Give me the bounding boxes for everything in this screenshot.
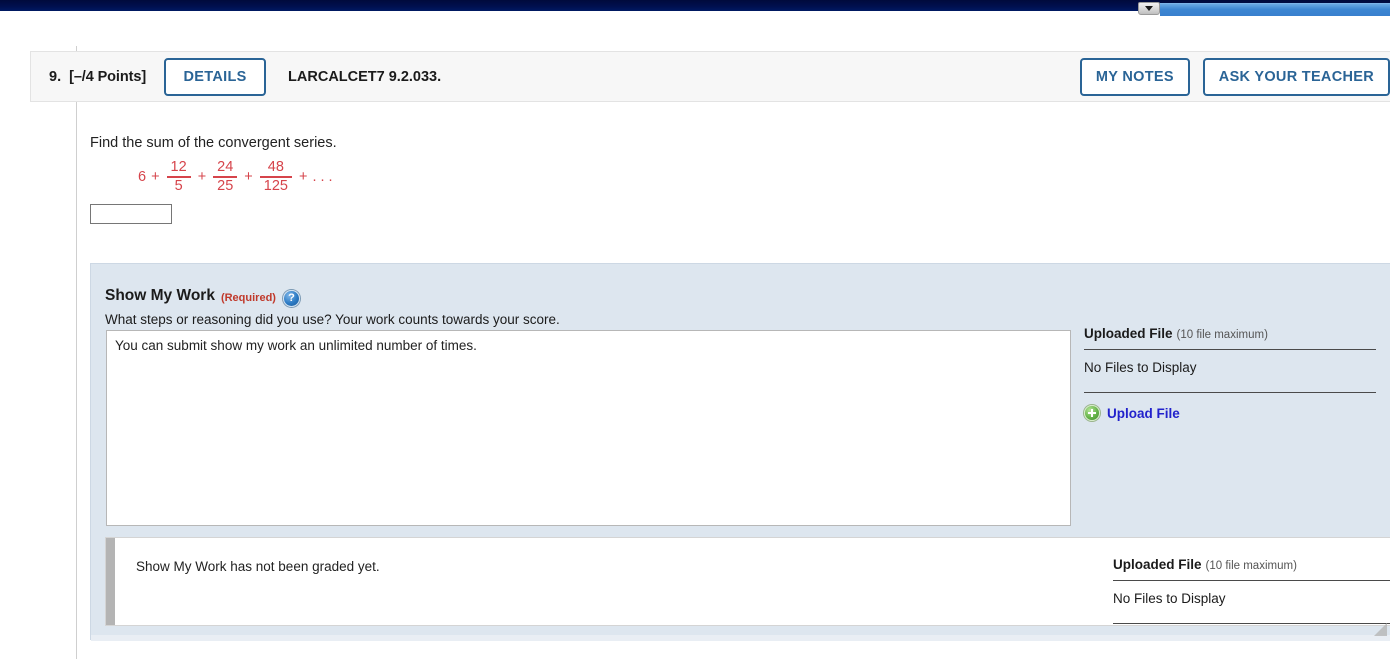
series-fraction-3: 48 125: [259, 159, 292, 194]
uploaded-file-max-note: (10 file maximum): [1205, 560, 1297, 572]
series-fraction-2: 24 25: [213, 159, 238, 194]
divider: [1084, 392, 1376, 393]
series-operator-3: +: [244, 169, 253, 185]
series-ellipsis: . . .: [312, 168, 333, 185]
chevron-down-glyph: [1145, 6, 1153, 11]
grading-status-panel: Show My Work has not been graded yet. Up…: [105, 537, 1390, 626]
left-gutter: [0, 46, 77, 659]
uploaded-file-panel-top: Uploaded File (10 file maximum) No Files …: [1084, 326, 1376, 421]
fraction-numerator: 24: [217, 159, 234, 176]
divider: [1113, 623, 1390, 624]
question-prompt: Find the sum of the convergent series.: [90, 135, 337, 151]
help-question-icon[interactable]: ?: [282, 289, 300, 307]
uploaded-file-heading: Uploaded File (10 file maximum): [1113, 557, 1390, 572]
series-leading-term: 6: [138, 168, 147, 185]
show-my-work-subtitle: What steps or reasoning did you use? You…: [105, 312, 560, 327]
page-frame: 9. [–/4 Points] DETAILS LARCALCET7 9.2.0…: [0, 20, 1390, 659]
textbook-code: LARCALCET7 9.2.033.: [288, 68, 442, 85]
uploaded-file-label: Uploaded File: [1084, 326, 1173, 341]
show-my-work-title-row: Show My Work (Required) ?: [105, 287, 300, 307]
fraction-numerator: 12: [170, 159, 187, 176]
fraction-numerator: 48: [267, 159, 284, 176]
series-operator-4: +: [298, 169, 308, 185]
ask-your-teacher-button[interactable]: ASK YOUR TEACHER: [1202, 57, 1390, 96]
series-operator-2: +: [197, 169, 207, 185]
no-files-text: No Files to Display: [1113, 591, 1226, 606]
upload-file-row[interactable]: Upload File: [1084, 405, 1376, 421]
series-expression: 6 + 12 5 + 24 25 + 48 125 + . . .: [138, 159, 333, 194]
question-number: 9.: [49, 68, 62, 85]
required-label: (Required): [220, 292, 276, 304]
answer-input[interactable]: [90, 204, 172, 224]
show-my-work-title: Show My Work: [105, 287, 215, 304]
plus-circle-icon: [1084, 405, 1100, 421]
fraction-denominator: 125: [263, 177, 288, 194]
chevron-down-icon[interactable]: [1138, 2, 1160, 15]
fraction-denominator: 25: [217, 177, 234, 194]
horizontal-scrollbar[interactable]: [1160, 3, 1390, 16]
panel-bottom-strip: [91, 635, 1390, 641]
show-my-work-panel: Show My Work (Required) ? What steps or …: [90, 263, 1390, 641]
grading-accent-bar: [106, 538, 115, 625]
uploaded-file-max-note: (10 file maximum): [1176, 329, 1268, 341]
resize-grip-icon[interactable]: [1374, 623, 1387, 636]
uploaded-file-label: Uploaded File: [1113, 557, 1202, 572]
uploaded-file-heading: Uploaded File (10 file maximum): [1084, 326, 1376, 341]
series-operator-1: +: [151, 169, 160, 185]
question-points: [–/4 Points]: [69, 68, 147, 85]
upload-file-link[interactable]: Upload File: [1107, 406, 1180, 421]
uploaded-file-panel-bottom: Uploaded File (10 file maximum) No Files …: [1113, 557, 1390, 624]
question-header-bar: 9. [–/4 Points] DETAILS LARCALCET7 9.2.0…: [30, 51, 1390, 102]
fraction-denominator: 5: [174, 177, 183, 194]
no-files-text: No Files to Display: [1084, 360, 1197, 375]
details-button[interactable]: DETAILS: [164, 57, 267, 96]
show-my-work-textarea[interactable]: [106, 330, 1071, 526]
grading-status-message: Show My Work has not been graded yet.: [136, 559, 380, 574]
my-notes-button[interactable]: MY NOTES: [1079, 57, 1190, 96]
series-fraction-1: 12 5: [166, 159, 191, 194]
header-actions: MY NOTES ASK YOUR TEACHER: [1079, 57, 1390, 96]
